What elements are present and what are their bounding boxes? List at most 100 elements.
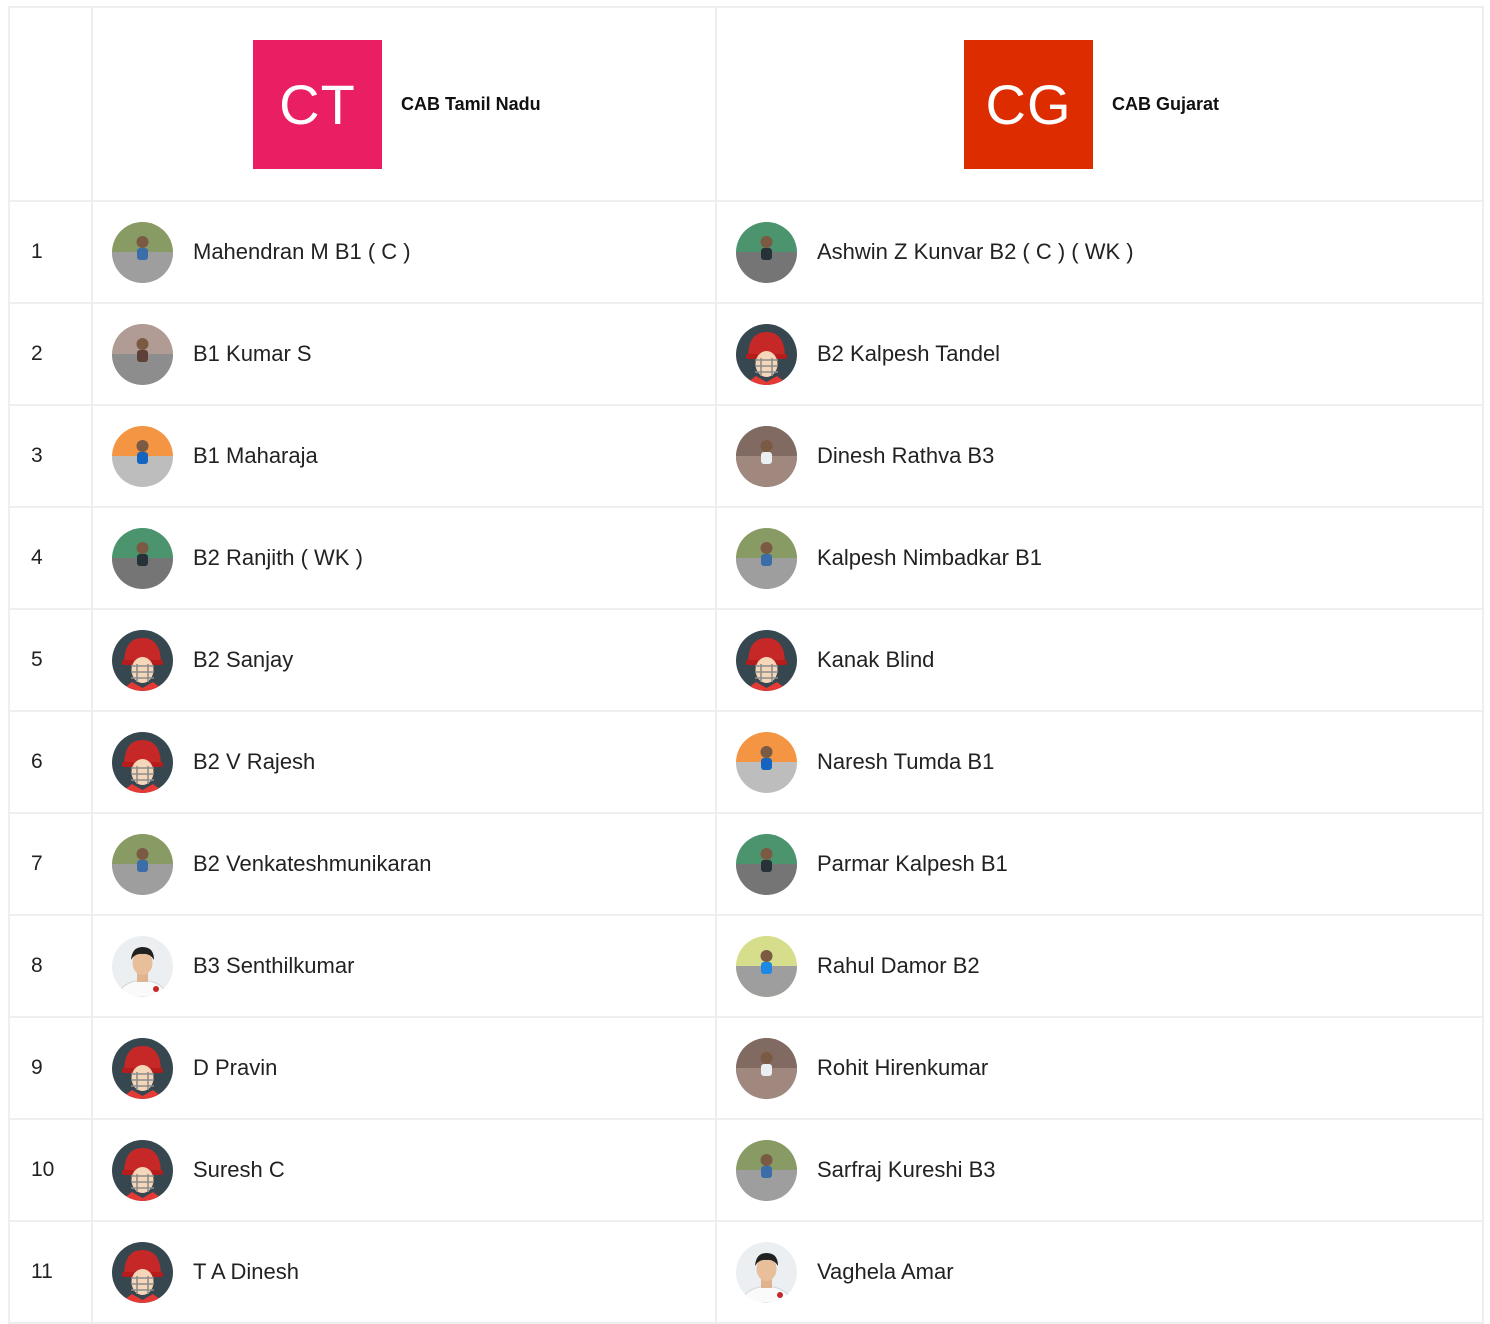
row-number: 8 xyxy=(8,914,93,1018)
player-avatar[interactable] xyxy=(112,221,173,283)
player-name[interactable]: Rahul Damor B2 xyxy=(817,953,980,979)
player-name[interactable]: B2 Kalpesh Tandel xyxy=(817,341,1000,367)
team-2-player-cell: Parmar Kalpesh B1 xyxy=(715,812,1484,916)
team-2-header: CG CAB Gujarat xyxy=(715,6,1484,202)
player-row: 9 D Pravin Rohit Hirenkumar xyxy=(8,1016,1484,1120)
player-avatar[interactable] xyxy=(736,833,797,895)
player-avatar[interactable] xyxy=(736,629,797,691)
team-1-name[interactable]: CAB Tamil Nadu xyxy=(401,94,541,115)
team-2-player-cell: Ashwin Z Kunvar B2 ( C ) ( WK ) xyxy=(715,200,1484,304)
player-item[interactable]: Kanak Blind xyxy=(717,629,1482,691)
row-number: 4 xyxy=(8,506,93,610)
row-number: 11 xyxy=(8,1220,93,1324)
player-name[interactable]: T A Dinesh xyxy=(193,1259,299,1285)
team-2-player-cell: Kanak Blind xyxy=(715,608,1484,712)
player-avatar[interactable] xyxy=(112,527,173,589)
player-item[interactable]: Rohit Hirenkumar xyxy=(717,1037,1482,1099)
player-avatar[interactable] xyxy=(736,425,797,487)
player-name[interactable]: Suresh C xyxy=(193,1157,285,1183)
player-avatar[interactable] xyxy=(112,935,173,997)
team-1-player-cell: B3 Senthilkumar xyxy=(91,914,717,1018)
team-2-name[interactable]: CAB Gujarat xyxy=(1112,94,1219,115)
player-name[interactable]: B2 Sanjay xyxy=(193,647,293,673)
player-name[interactable]: Ashwin Z Kunvar B2 ( C ) ( WK ) xyxy=(817,239,1134,265)
player-item[interactable]: Dinesh Rathva B3 xyxy=(717,425,1482,487)
team-2-player-cell: Dinesh Rathva B3 xyxy=(715,404,1484,508)
player-item[interactable]: B2 Venkateshmunikaran xyxy=(93,833,715,895)
player-name[interactable]: B1 Kumar S xyxy=(193,341,312,367)
player-row: 1 Mahendran M B1 ( C ) Ashwin Z Kunvar B2 … xyxy=(8,200,1484,304)
team-2-player-cell: Sarfraj Kureshi B3 xyxy=(715,1118,1484,1222)
player-avatar[interactable] xyxy=(112,425,173,487)
player-name[interactable]: B2 Venkateshmunikaran xyxy=(193,851,432,877)
player-item[interactable]: B2 Sanjay xyxy=(93,629,715,691)
player-item[interactable]: Parmar Kalpesh B1 xyxy=(717,833,1482,895)
player-name[interactable]: Naresh Tumda B1 xyxy=(817,749,994,775)
team-1-player-cell: B2 Venkateshmunikaran xyxy=(91,812,717,916)
player-item[interactable]: Mahendran M B1 ( C ) xyxy=(93,221,715,283)
player-row: 2 B1 Kumar S B2 Kalpesh Tandel xyxy=(8,302,1484,406)
row-number: 10 xyxy=(8,1118,93,1222)
player-name[interactable]: Mahendran M B1 ( C ) xyxy=(193,239,411,265)
squads-table: CT CAB Tamil Nadu CG CAB Gujarat 1 Mahend… xyxy=(8,6,1484,1324)
header-empty-cell xyxy=(8,6,93,202)
player-item[interactable]: Suresh C xyxy=(93,1139,715,1201)
player-item[interactable]: Vaghela Amar xyxy=(717,1241,1482,1303)
player-avatar[interactable] xyxy=(112,1037,173,1099)
player-avatar[interactable] xyxy=(736,1139,797,1201)
player-name[interactable]: Kanak Blind xyxy=(817,647,934,673)
team-1-player-cell: B1 Kumar S xyxy=(91,302,717,406)
row-number: 9 xyxy=(8,1016,93,1120)
player-avatar[interactable] xyxy=(736,323,797,385)
player-name[interactable]: B2 Ranjith ( WK ) xyxy=(193,545,363,571)
player-name[interactable]: B3 Senthilkumar xyxy=(193,953,354,979)
player-avatar[interactable] xyxy=(112,1139,173,1201)
player-row: 7 B2 Venkateshmunikaran Parmar Kalpesh B1 xyxy=(8,812,1484,916)
player-row: 10 Suresh C Sarfraj Kureshi B3 xyxy=(8,1118,1484,1222)
player-item[interactable]: B1 Kumar S xyxy=(93,323,715,385)
player-name[interactable]: Sarfraj Kureshi B3 xyxy=(817,1157,996,1183)
player-avatar[interactable] xyxy=(112,629,173,691)
player-item[interactable]: Kalpesh Nimbadkar B1 xyxy=(717,527,1482,589)
player-item[interactable]: B3 Senthilkumar xyxy=(93,935,715,997)
player-row: 4 B2 Ranjith ( WK ) Kalpesh Nimbadkar B1 xyxy=(8,506,1484,610)
player-name[interactable]: Parmar Kalpesh B1 xyxy=(817,851,1008,877)
team-2-logo[interactable]: CG xyxy=(964,39,1093,169)
player-name[interactable]: Dinesh Rathva B3 xyxy=(817,443,994,469)
player-item[interactable]: T A Dinesh xyxy=(93,1241,715,1303)
player-item[interactable]: B2 V Rajesh xyxy=(93,731,715,793)
player-item[interactable]: B2 Kalpesh Tandel xyxy=(717,323,1482,385)
player-name[interactable]: D Pravin xyxy=(193,1055,277,1081)
player-avatar[interactable] xyxy=(736,527,797,589)
player-avatar[interactable] xyxy=(736,1037,797,1099)
player-item[interactable]: B1 Maharaja xyxy=(93,425,715,487)
player-name[interactable]: Kalpesh Nimbadkar B1 xyxy=(817,545,1042,571)
player-avatar[interactable] xyxy=(112,323,173,385)
player-row: 6 B2 V Rajesh Naresh Tumda B1 xyxy=(8,710,1484,814)
player-item[interactable]: Naresh Tumda B1 xyxy=(717,731,1482,793)
player-item[interactable]: Sarfraj Kureshi B3 xyxy=(717,1139,1482,1201)
player-item[interactable]: Ashwin Z Kunvar B2 ( C ) ( WK ) xyxy=(717,221,1482,283)
player-avatar[interactable] xyxy=(736,731,797,793)
player-name[interactable]: B2 V Rajesh xyxy=(193,749,315,775)
team-1-header: CT CAB Tamil Nadu xyxy=(91,6,717,202)
player-item[interactable]: Rahul Damor B2 xyxy=(717,935,1482,997)
team-1-player-cell: B2 Ranjith ( WK ) xyxy=(91,506,717,610)
team-1-player-cell: Mahendran M B1 ( C ) xyxy=(91,200,717,304)
player-avatar[interactable] xyxy=(112,1241,173,1303)
player-avatar[interactable] xyxy=(736,1241,797,1303)
player-avatar[interactable] xyxy=(112,833,173,895)
team-2-initials: CG xyxy=(985,72,1072,136)
player-name[interactable]: Rohit Hirenkumar xyxy=(817,1055,988,1081)
player-avatar[interactable] xyxy=(736,935,797,997)
player-avatar[interactable] xyxy=(736,221,797,283)
team-1-logo[interactable]: CT xyxy=(253,39,382,169)
team-1-player-cell: Suresh C xyxy=(91,1118,717,1222)
team-1-player-cell: T A Dinesh xyxy=(91,1220,717,1324)
player-item[interactable]: B2 Ranjith ( WK ) xyxy=(93,527,715,589)
player-avatar[interactable] xyxy=(112,731,173,793)
player-item[interactable]: D Pravin xyxy=(93,1037,715,1099)
player-name[interactable]: Vaghela Amar xyxy=(817,1259,954,1285)
team-2-player-cell: Kalpesh Nimbadkar B1 xyxy=(715,506,1484,610)
player-name[interactable]: B1 Maharaja xyxy=(193,443,318,469)
